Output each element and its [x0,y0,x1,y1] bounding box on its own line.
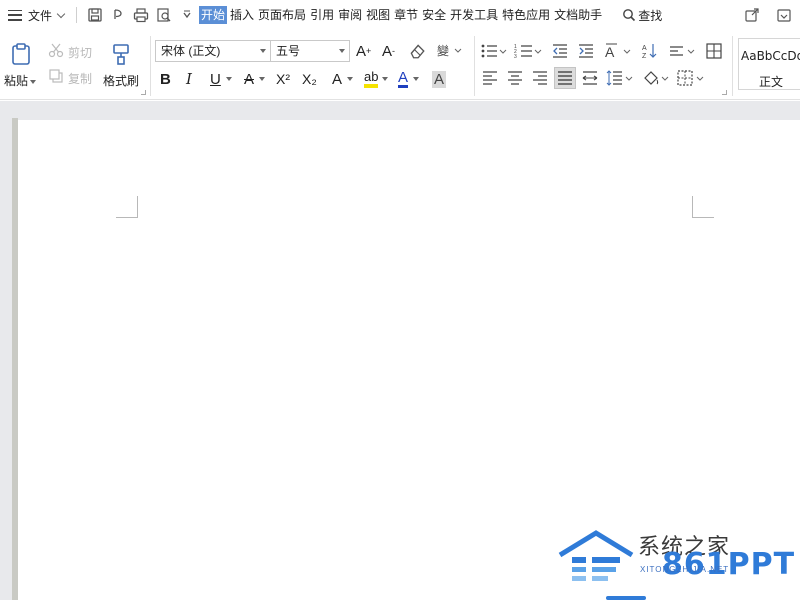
svg-text:變: 變 [437,43,449,58]
save-icon[interactable] [86,6,104,24]
character-shading-icon: A [432,70,447,88]
format-painter-icon[interactable] [108,40,134,68]
tab-insert[interactable]: 插入 [229,6,255,24]
chevron-down-icon[interactable] [56,9,66,18]
style-name: 正文 [759,75,784,89]
undo-icon[interactable] [109,6,127,24]
cut-icon [48,42,64,58]
tab-references[interactable]: 引用 [309,6,335,24]
grow-font-icon: A [356,42,367,60]
format-painter-button[interactable]: 格式刷 [103,72,139,89]
font-name-value: 宋体 (正文) [161,44,221,58]
house-logo-icon [558,530,634,581]
shrink-font-button[interactable]: A- [382,41,395,61]
tab-doc-assistant[interactable]: 文档助手 [553,6,603,24]
site-watermark: 系统之家 861PPT XITONGZHIJIA.NET [556,525,800,600]
text-direction-button[interactable]: A [604,42,632,60]
strikethrough-button[interactable]: A [244,69,266,89]
tab-security[interactable]: 安全 [421,6,447,24]
divider [732,36,733,96]
sort-icon[interactable]: AZ [640,42,660,60]
tab-developer[interactable]: 开发工具 [449,6,499,24]
underline-button[interactable]: U [210,69,232,89]
tab-sections[interactable]: 章节 [393,6,419,24]
numbered-list-button[interactable]: 123 [514,42,544,60]
shading-button[interactable] [642,69,670,87]
decrease-indent-icon[interactable] [550,42,570,60]
tab-page-layout[interactable]: 页面布局 [257,6,307,24]
font-color-button[interactable]: A [398,69,420,89]
margin-corner-top-left [116,196,138,218]
superscript-button[interactable]: X² [276,69,290,89]
tab-review[interactable]: 审阅 [337,6,363,24]
search-label: 查找 [638,8,663,23]
style-normal-tile[interactable]: AaBbCcDd 正文 [738,38,800,90]
align-left-icon[interactable] [480,69,500,87]
svg-text:A: A [642,45,647,52]
watermark-underline [606,596,646,600]
print-preview-icon[interactable] [155,6,173,24]
ribbon-toolbar: 粘贴 剪切 复制 格式刷 宋体 (正文) 五号 A + A- 變 B I U A … [0,30,800,100]
bold-button[interactable]: B [160,69,171,89]
text-effect-icon: A [332,70,343,88]
table-grid-icon[interactable] [704,42,724,60]
divider [474,36,475,96]
customize-toolbar-icon[interactable] [178,6,196,24]
tab-view[interactable]: 视图 [365,6,391,24]
collapse-ribbon-icon[interactable] [776,6,794,24]
print-icon[interactable] [132,6,150,24]
line-spacing-button[interactable] [606,69,634,87]
margin-corner-top-right [692,196,714,218]
paste-button[interactable]: 粘贴 [4,72,37,89]
distribute-icon[interactable] [580,69,600,87]
phonetic-guide-button[interactable]: 變 [436,42,464,60]
italic-button[interactable]: I [186,69,192,89]
font-name-select[interactable]: 宋体 (正文) [155,40,271,62]
svg-text:3: 3 [514,54,517,60]
highlight-button[interactable]: ab [364,69,389,89]
divider [76,7,78,23]
paragraph-group-launcher[interactable] [722,90,727,95]
font-color-icon: A [398,69,409,88]
line-break-button[interactable] [668,42,696,60]
text-effect-button[interactable]: A [332,69,354,89]
subscript-button[interactable]: X₂ [302,69,317,89]
font-size-value: 五号 [276,44,301,58]
svg-text:A: A [605,44,615,60]
menu-icon[interactable] [8,9,22,21]
search-icon [623,9,636,22]
paste-icon[interactable] [8,40,34,68]
watermark-url: XITONGZHIJIA.NET [640,565,730,574]
shrink-font-icon: A [382,42,393,60]
font-size-select[interactable]: 五号 [270,40,350,62]
tab-home[interactable]: 开始 [199,6,228,24]
character-shading-button[interactable]: A [432,69,447,89]
borders-button[interactable] [676,69,706,87]
align-center-icon[interactable] [505,69,525,87]
menu-bar: 文件 开始 插入 页面布局 引用 审阅 视图 章节 安全 开发工具 特色应用 文… [0,0,800,30]
style-preview-text: AaBbCcDd [741,49,800,63]
align-right-icon[interactable] [530,69,550,87]
svg-text:Z: Z [642,53,647,60]
divider [150,36,151,96]
tab-special-features[interactable]: 特色应用 [501,6,551,24]
strikethrough-icon: A [244,70,255,88]
search-button[interactable]: 查找 [622,7,662,24]
highlight-icon: ab [364,70,379,88]
file-menu[interactable]: 文件 [28,7,52,24]
increase-indent-icon[interactable] [576,42,596,60]
bullet-list-button[interactable] [480,42,508,60]
grow-font-button[interactable]: A + [356,41,371,61]
cut-button: 剪切 [68,46,93,60]
justify-icon[interactable] [554,67,576,89]
clipboard-group-launcher[interactable] [141,90,146,95]
underline-icon: U [210,70,221,88]
copy-icon [48,68,64,84]
clear-format-icon[interactable] [408,42,426,60]
window-actions [730,6,794,24]
copy-button: 复制 [68,72,93,86]
share-icon[interactable] [744,6,762,24]
